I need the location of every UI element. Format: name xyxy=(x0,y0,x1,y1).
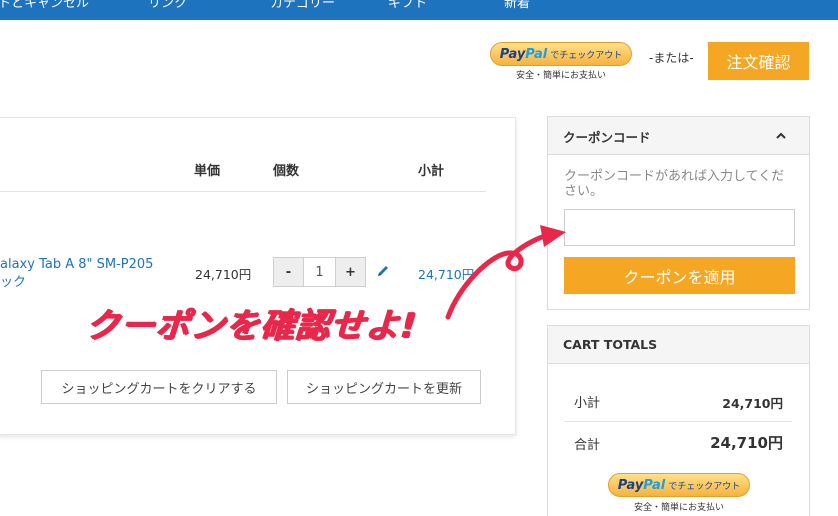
subtotal-value: 24,710円 xyxy=(722,396,783,411)
paypal-checkout-button-bottom[interactable]: PayPal でチェックアウト xyxy=(608,473,750,497)
update-cart-button[interactable]: ショッピングカートを更新 xyxy=(287,370,481,404)
table-header-divider xyxy=(0,191,486,192)
product-name-line-1: alaxy Tab A 8" SM-P205 xyxy=(0,257,154,272)
top-navigation-bar: トとキャンセル リンク カテゴリー ギフト 新着 xyxy=(0,0,838,20)
qty-value[interactable]: 1 xyxy=(303,258,336,286)
nav-item-2[interactable]: リンク xyxy=(148,0,187,11)
annotation-callout-text: クーポンを確認せよ! xyxy=(84,306,419,346)
annotation-arrow xyxy=(445,225,566,320)
coupon-help-text: クーポンコードがあれば入力してください。 xyxy=(564,169,785,199)
clear-cart-button[interactable]: ショッピングカートをクリアする xyxy=(41,370,277,404)
checkout-button[interactable]: 注文確認 xyxy=(708,42,809,80)
qty-decrease-button[interactable]: - xyxy=(274,258,303,286)
product-name-line-2: ック xyxy=(0,275,27,290)
total-value: 24,710円 xyxy=(710,434,783,452)
coupon-panel: クーポンコード クーポンコードがあれば入力してください。 クーポンを適用 xyxy=(547,116,810,310)
cart-totals-panel: CART TOTALS 小計 24,710円 合計 24,710円 PayPal… xyxy=(547,325,810,516)
paypal-button-text: でチェックアウト xyxy=(668,481,741,492)
apply-coupon-button[interactable]: クーポンを適用 xyxy=(564,257,795,294)
coupon-title: クーポンコード xyxy=(563,130,651,145)
chevron-up-icon[interactable] xyxy=(774,129,788,143)
total-label: 合計 xyxy=(574,438,601,453)
totals-divider xyxy=(564,421,792,422)
paypal-logo: PayPal xyxy=(499,46,548,62)
cart-totals-header: CART TOTALS xyxy=(548,326,809,364)
quantity-stepper: - 1 + xyxy=(273,257,366,287)
coupon-panel-header[interactable]: クーポンコード xyxy=(548,117,809,155)
paypal-subtext-top: 安全・簡単にお支払い xyxy=(515,71,606,81)
paypal-checkout-button-top[interactable]: PayPal でチェックアウト xyxy=(490,42,632,66)
nav-item-3[interactable]: カテゴリー xyxy=(270,0,335,11)
nav-item-5[interactable]: 新着 xyxy=(504,0,530,11)
paypal-button-text: でチェックアウト xyxy=(550,50,623,61)
nav-item-4[interactable]: ギフト xyxy=(388,0,427,11)
pencil-icon[interactable] xyxy=(376,264,390,278)
column-header-qty: 個数 xyxy=(273,164,300,179)
paypal-subtext-bottom: 安全・簡単にお支払い xyxy=(633,503,724,513)
coupon-code-input[interactable] xyxy=(564,209,795,246)
item-price: 24,710円 xyxy=(195,267,252,282)
cart-totals-title: CART TOTALS xyxy=(563,337,658,352)
subtotal-label: 小計 xyxy=(574,396,601,411)
qty-increase-button[interactable]: + xyxy=(336,258,365,286)
column-header-subtotal: 小計 xyxy=(418,164,445,179)
paypal-logo: PayPal xyxy=(617,477,666,493)
or-separator: -または- xyxy=(649,51,694,65)
product-name-link[interactable]: alaxy Tab A 8" SM-P205 ック xyxy=(0,256,153,292)
column-header-price: 単価 xyxy=(194,164,221,179)
nav-item-1[interactable]: トとキャンセル xyxy=(0,0,89,11)
